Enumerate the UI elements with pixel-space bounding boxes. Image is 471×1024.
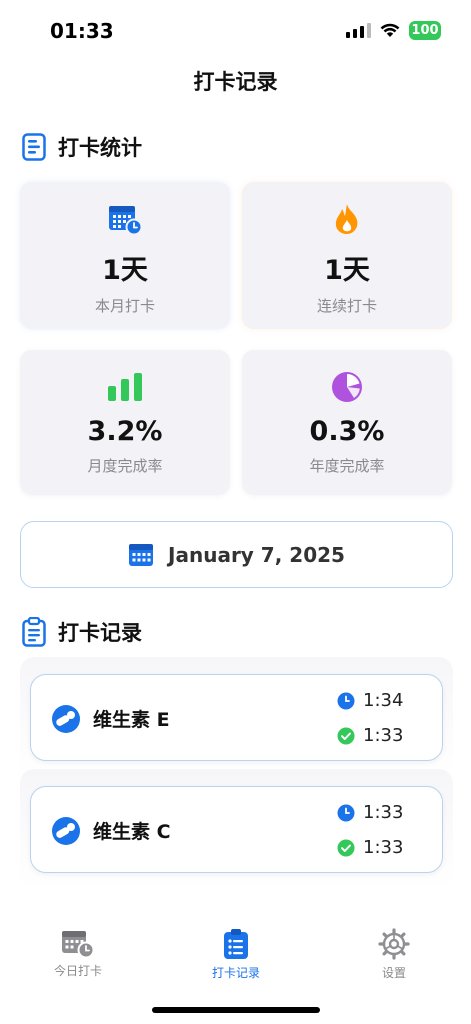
stat-label: 连续打卡 [316,297,377,315]
stats-section-header: 打卡统计 [22,132,142,162]
checkmark-circle-icon [337,839,355,856]
scheduled-time-row: 1:34 [337,690,403,711]
stat-card-streak: 1天 连续打卡 [242,182,452,329]
stat-card-monthly-rate: 3.2% 月度完成率 [20,350,230,495]
checked-time-row: 1:33 [337,837,403,858]
stat-value: 0.3% [309,416,385,447]
tab-checkin-records[interactable]: 打卡记录 [176,928,296,981]
screen: 01:33 100 打卡记录 打卡统计 1天 本月打卡 1天 连续打卡 3.2%… [0,0,471,1024]
record-card[interactable]: 维生素 E 1:34 1:33 [30,674,443,761]
clock-icon [337,804,355,821]
scheduled-time: 1:34 [363,690,404,711]
wifi-icon [380,23,400,37]
status-time: 01:33 [50,19,114,43]
tab-label: 设置 [381,966,406,980]
scheduled-time: 1:33 [363,802,404,823]
tab-today-checkin[interactable]: 今日打卡 [18,928,138,979]
record-name: 维生素 E [93,709,170,731]
date-picker-button[interactable]: January 7, 2025 [20,521,453,588]
checked-time-row: 1:33 [337,725,403,746]
clock-icon [337,692,355,709]
bar-chart-icon [107,370,143,404]
pills-icon [52,817,80,845]
document-text-icon [22,133,46,161]
stat-label: 本月打卡 [94,297,155,315]
flame-icon [333,202,361,236]
gear-icon [378,928,410,960]
calendar-clock-icon [107,202,143,236]
pills-icon [52,705,80,733]
clipboard-list-icon [22,617,46,647]
checkmark-circle-icon [337,727,355,744]
page-title: 打卡记录 [193,70,278,94]
stat-card-month-checkins: 1天 本月打卡 [20,182,230,329]
calendar-icon [129,543,154,566]
tab-label: 打卡记录 [211,966,260,980]
clipboard-list-icon [224,929,248,959]
records-section-header: 打卡记录 [22,617,142,647]
stats-section-title: 打卡统计 [58,136,142,160]
stat-card-yearly-rate: 0.3% 年度完成率 [242,350,452,495]
stat-label: 年度完成率 [309,457,385,475]
status-indicators: 100 [346,21,441,40]
tab-label: 今日打卡 [53,964,102,978]
status-bar: 01:33 100 [0,0,471,62]
pie-chart-icon [331,370,363,404]
tab-bar: 今日打卡 打卡记录 设置 [0,920,471,990]
home-indicator [152,1007,320,1013]
calendar-clock-icon [62,931,95,958]
stat-value: 1天 [102,255,148,286]
checked-time: 1:33 [363,837,404,858]
stat-value: 1天 [324,255,370,286]
battery-indicator: 100 [409,21,441,40]
stat-label: 月度完成率 [87,457,163,475]
checked-time: 1:33 [363,725,404,746]
selected-date: January 7, 2025 [168,542,345,567]
record-card[interactable]: 维生素 C 1:33 1:33 [30,786,443,873]
record-name: 维生素 C [93,821,171,843]
tab-settings[interactable]: 设置 [334,928,454,981]
cellular-signal-icon [346,23,371,38]
scheduled-time-row: 1:33 [337,802,403,823]
records-section-title: 打卡记录 [58,621,142,645]
stat-value: 3.2% [87,416,163,447]
